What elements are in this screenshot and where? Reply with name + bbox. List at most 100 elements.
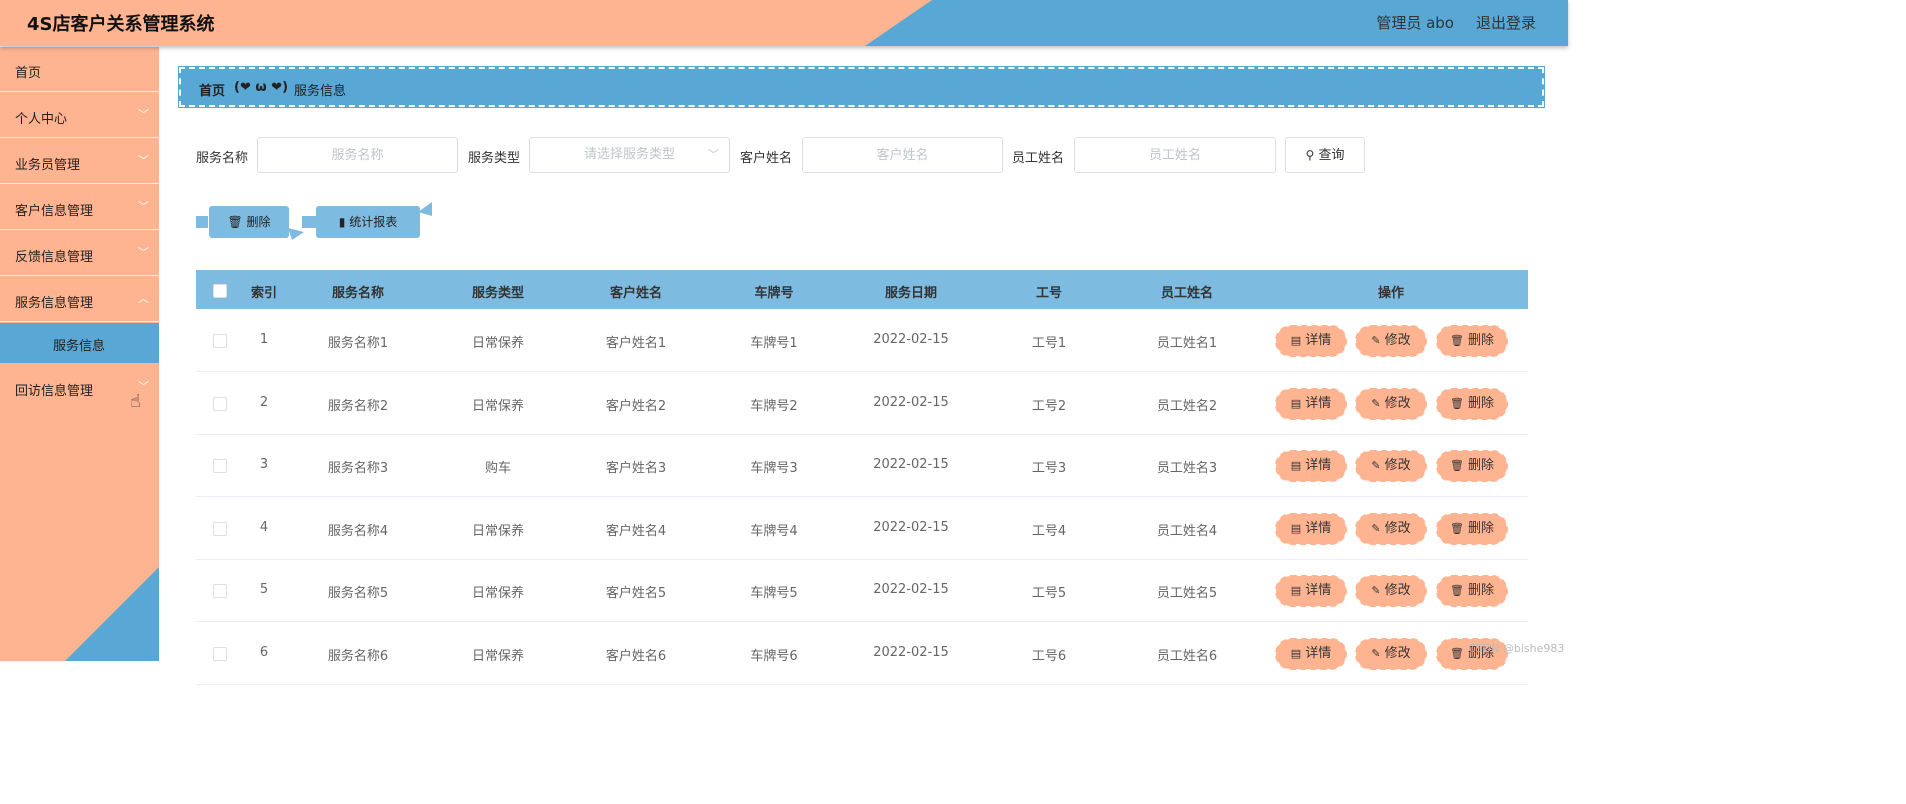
detail-button-label: 详情 — [1305, 395, 1332, 411]
detail-button[interactable]: ▤ 详情 — [1275, 387, 1347, 420]
trash-icon: 🗑 — [1450, 646, 1464, 660]
edit-button[interactable]: ✎ 修改 — [1355, 512, 1427, 545]
header-blue-wedge — [865, 0, 1568, 46]
edit-button-label: 修改 — [1384, 645, 1411, 661]
delete-button-label: 删除 — [1467, 520, 1494, 536]
row-checkbox[interactable] — [213, 584, 227, 598]
column-header-customer-name: 客户姓名 — [609, 286, 663, 301]
sidebar-item-salesman-management[interactable]: 业务员管理 ﹀ — [0, 139, 159, 184]
document-icon: ▤ — [1290, 646, 1302, 660]
table-cell: 员工姓名2 — [1156, 398, 1218, 414]
row-checkbox[interactable] — [213, 459, 227, 473]
delete-button-label: 删除 — [1467, 395, 1494, 411]
table-cell: 日常保养 — [471, 586, 525, 601]
edit-button[interactable]: ✎ 修改 — [1355, 575, 1427, 607]
chevron-down-icon: ﹀ — [138, 200, 149, 213]
breadcrumb-home[interactable]: 首页 — [199, 80, 225, 99]
service-type-placeholder: 请选择服务类型 — [583, 147, 675, 162]
table-cell: 客户姓名3 — [605, 461, 667, 476]
select-all-checkbox[interactable] — [213, 284, 227, 298]
document-icon: ▤ — [1290, 396, 1302, 410]
sidebar-item-service-management[interactable]: 服务信息管理 ︿ — [0, 277, 159, 322]
table-cell: 员工姓名1 — [1156, 336, 1218, 351]
trash-icon: 🗑 — [227, 215, 243, 229]
row-checkbox[interactable] — [213, 521, 227, 536]
employee-name-input[interactable] — [1074, 137, 1276, 173]
row-checkbox[interactable] — [213, 646, 227, 661]
detail-button[interactable]: ▤ 详情 — [1275, 325, 1347, 357]
app-title: 4S店客户关系管理系统 — [27, 14, 215, 35]
column-header-employee-name: 员工姓名 — [1160, 286, 1214, 301]
table-cell: 2022-02-15 — [873, 457, 949, 472]
table-header: 索引 服务名称 服务类型 客户姓名 车牌号 服务日期 工号 员工姓名 操作 — [196, 270, 1528, 309]
edit-button[interactable]: ✎ 修改 — [1355, 387, 1427, 420]
edit-button[interactable]: ✎ 修改 — [1355, 637, 1427, 670]
sidebar-item-label: 服务信息 — [53, 339, 106, 354]
detail-button[interactable]: ▤ 详情 — [1275, 575, 1347, 607]
logout-link[interactable]: 退出登录 — [1476, 12, 1536, 33]
detail-button-label: 详情 — [1305, 458, 1332, 473]
sidebar-item-customer-management[interactable]: 客户信息管理 ﹀ — [0, 185, 159, 230]
statistics-report-label: 统计报表 — [349, 215, 398, 229]
table-cell: 客户姓名5 — [605, 586, 667, 601]
table-cell: 4 — [259, 519, 269, 535]
header-user-area: 管理员 abo 退出登录 — [1376, 12, 1536, 33]
delete-button[interactable]: 🗑 删除 — [1436, 575, 1508, 607]
pencil-icon: ✎ — [1371, 521, 1381, 535]
query-button[interactable]: ⚲ 查询 — [1285, 137, 1365, 173]
row-checkbox[interactable] — [213, 334, 227, 348]
sidebar-item-personal-center[interactable]: 个人中心 ﹀ — [0, 93, 159, 138]
bulk-delete-button[interactable]: 🗑 删除 — [209, 206, 289, 238]
table-cell: 2 — [259, 394, 269, 410]
delete-button-label: 删除 — [1467, 458, 1494, 473]
edit-button[interactable]: ✎ 修改 — [1355, 450, 1427, 482]
table-row: 5 服务名称5 日常保养 客户姓名5 车牌号5 2022-02-15 工号5 员工姓名5 ▤ 详情… — [196, 560, 1528, 622]
trash-icon: 🗑 — [1450, 396, 1464, 410]
detail-button-label: 详情 — [1305, 333, 1332, 348]
sidebar-item-label: 首页 — [15, 66, 42, 81]
chevron-down-icon: ﹀ — [138, 154, 149, 167]
service-type-select[interactable]: 请选择服务类型 ﹀ — [529, 137, 730, 173]
service-type-label: 服务类型 — [468, 151, 521, 166]
table-row: 3 服务名称3 购车 客户姓名3 车牌号3 2022-02-15 工号3 员工姓名3 ▤ 详情 ✎ 修… — [196, 435, 1528, 497]
table-cell: 服务名称2 — [327, 398, 389, 414]
detail-button[interactable]: ▤ 详情 — [1275, 512, 1347, 545]
edit-button-label: 修改 — [1384, 458, 1411, 473]
sidebar-item-feedback-management[interactable]: 反馈信息管理 ﹀ — [0, 231, 159, 276]
edit-button-label: 修改 — [1384, 520, 1411, 536]
chevron-down-icon: ﹀ — [138, 246, 149, 259]
table-cell: 员工姓名5 — [1156, 586, 1218, 601]
customer-name-input[interactable] — [802, 137, 1003, 173]
detail-button[interactable]: ▤ 详情 — [1275, 450, 1347, 482]
row-checkbox[interactable] — [213, 396, 227, 411]
statistics-report-button[interactable]: ▮ 统计报表 — [316, 206, 420, 238]
delete-button[interactable]: 🗑 删除 — [1436, 325, 1508, 357]
table-cell: 2022-02-15 — [873, 644, 949, 660]
table-cell: 日常保养 — [471, 336, 525, 351]
sidebar-subitem-service-info[interactable]: 服务信息 — [0, 323, 159, 363]
delete-button[interactable]: 🗑 删除 — [1436, 512, 1508, 545]
delete-button[interactable]: 🗑 删除 — [1436, 450, 1508, 482]
chevron-down-icon: ﹀ — [138, 108, 149, 121]
column-header-service-date: 服务日期 — [884, 286, 938, 301]
table-cell: 2022-02-15 — [873, 582, 949, 597]
table-cell: 客户姓名2 — [605, 398, 667, 414]
sidebar-item-home[interactable]: 首页 — [0, 47, 159, 92]
trash-icon: 🗑 — [1450, 459, 1464, 472]
detail-button[interactable]: ▤ 详情 — [1275, 637, 1347, 670]
document-icon: ▤ — [1290, 521, 1302, 535]
edit-button-label: 修改 — [1384, 583, 1411, 598]
table-cell: 工号2 — [1031, 398, 1067, 414]
current-user-label[interactable]: 管理员 abo — [1376, 12, 1454, 33]
table-cell: 车牌号3 — [750, 461, 798, 476]
table-row: 4 服务名称4 日常保养 客户姓名4 车牌号4 2022-02-15 工号4 员工姓名4 ▤ 详情… — [196, 497, 1528, 560]
breadcrumb-separator: (❤ ω ❤) — [234, 80, 289, 95]
trash-icon: 🗑 — [1450, 334, 1464, 347]
breadcrumb-current: 服务信息 — [294, 84, 347, 99]
chevron-up-icon: ︿ — [138, 292, 149, 305]
delete-button[interactable]: 🗑 删除 — [1436, 387, 1508, 420]
table-cell: 2022-02-15 — [873, 332, 949, 347]
service-name-input[interactable] — [257, 137, 458, 173]
table-cell: 车牌号2 — [750, 398, 798, 414]
edit-button[interactable]: ✎ 修改 — [1355, 325, 1427, 357]
